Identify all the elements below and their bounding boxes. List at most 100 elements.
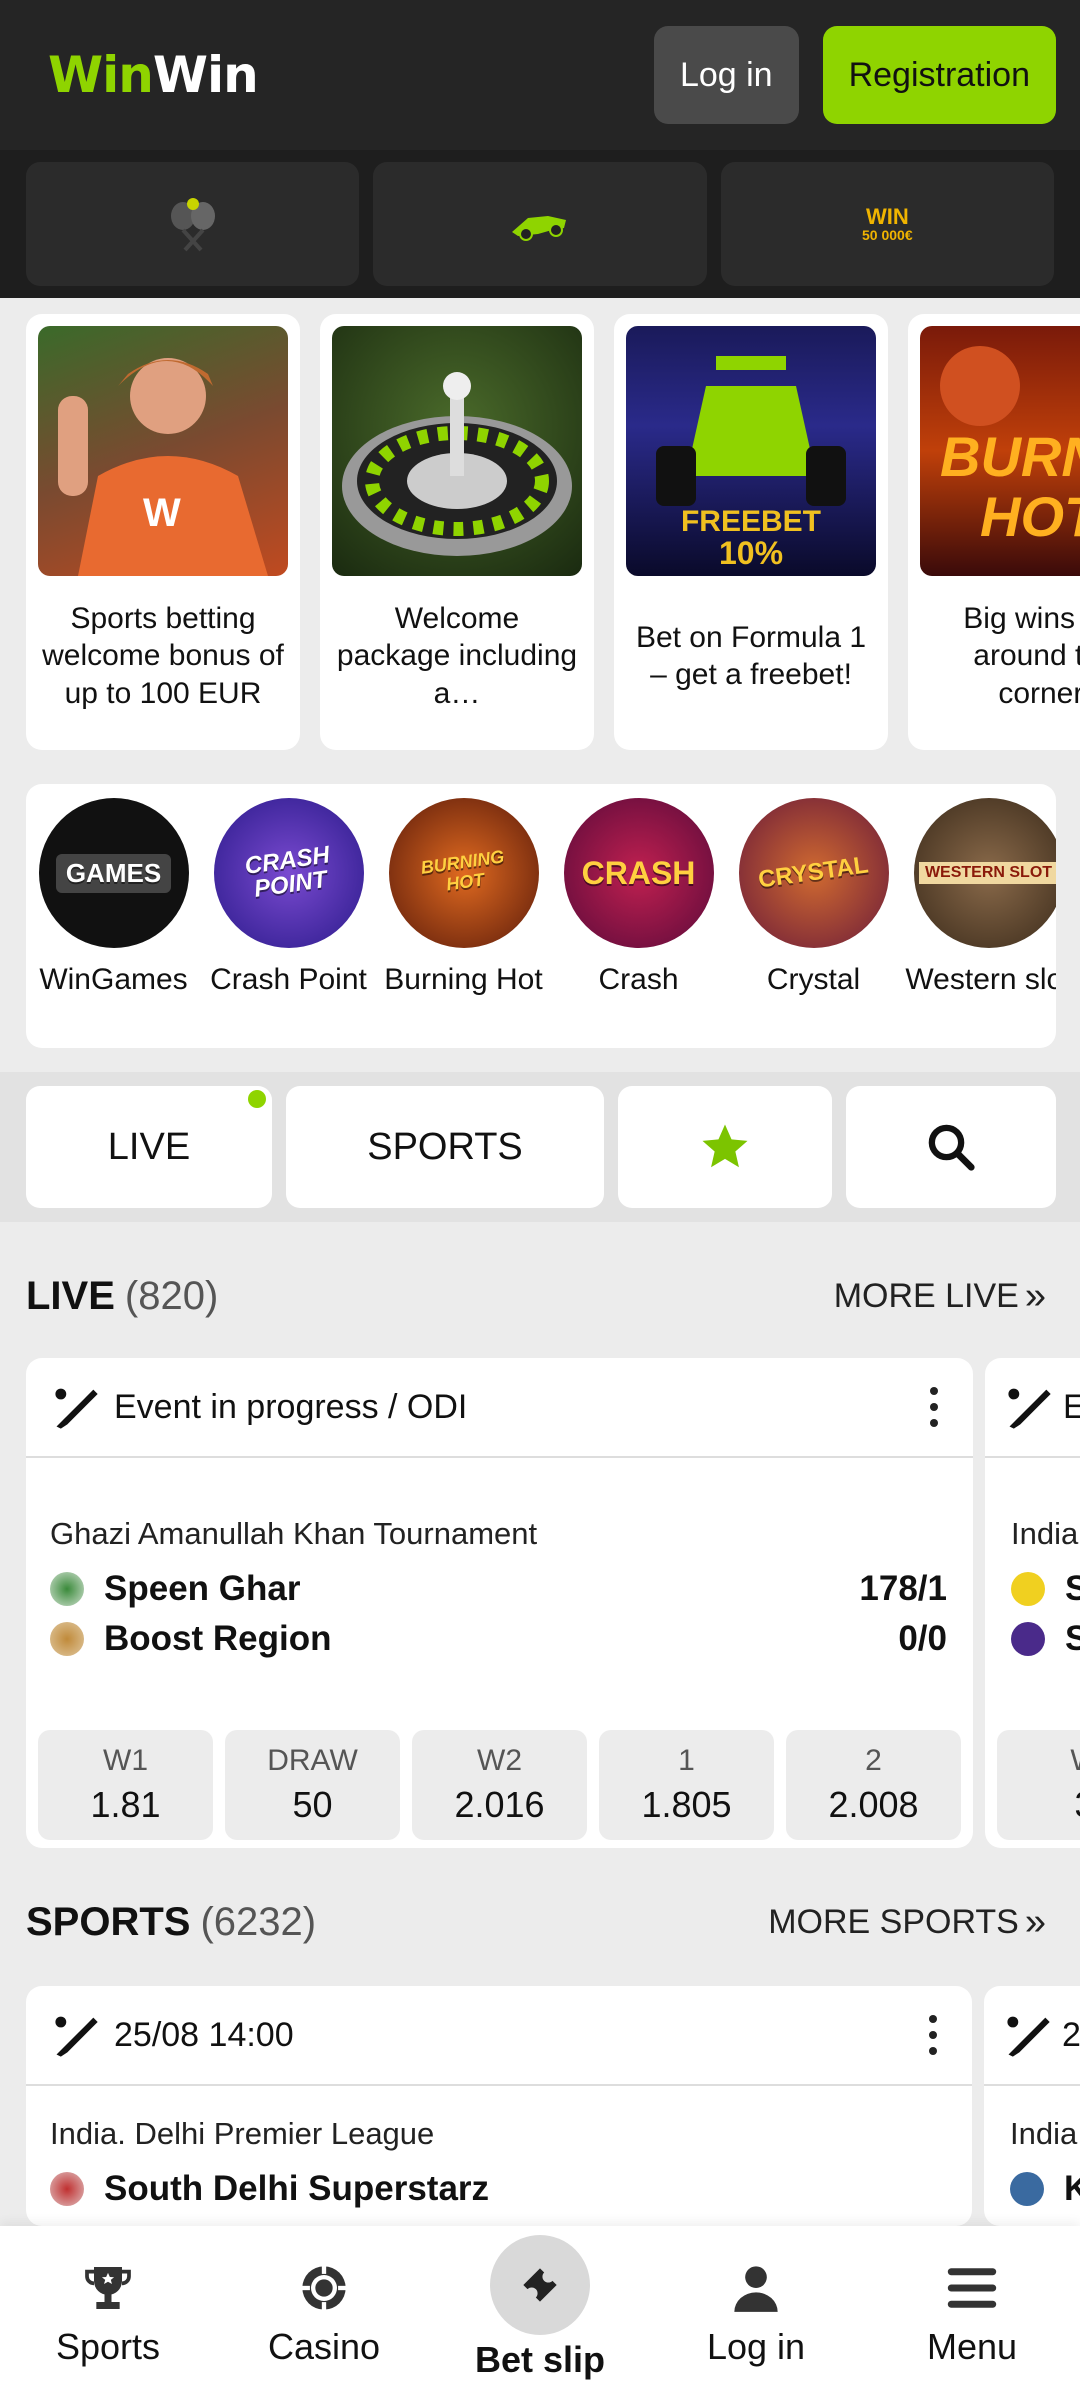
tab-live-label: LIVE	[107, 1125, 191, 1168]
game-crystal[interactable]: CRYSTAL Crystal	[726, 798, 901, 1048]
banner-card-formula1[interactable]: FREEBET 10% Bet on Formula 1 – get a fre…	[614, 314, 888, 750]
freebet-percent-text: 10%	[719, 535, 783, 571]
sports-event-card-next[interactable]: 2 India K	[984, 1986, 1080, 2226]
live-section-header: LIVE (820) MORE LIVE»	[26, 1266, 1046, 1326]
game-label: Burning Hot	[384, 963, 543, 996]
game-label: WinGames	[39, 963, 188, 996]
logo-part1: Win	[48, 46, 154, 104]
live-events-row[interactable]: Event in progress / ODI Ghazi Amanullah …	[26, 1358, 1080, 1848]
odd-button-2[interactable]: 2 2.008	[786, 1730, 961, 1840]
trophy-icon	[85, 2267, 131, 2309]
promo-tile-tennis[interactable]	[26, 162, 360, 286]
league-name: India	[1011, 1516, 1079, 1551]
crash-icon: CRASH	[563, 798, 714, 948]
nav-sports[interactable]: Sports	[0, 2226, 216, 2400]
odd-button[interactable]: W3	[997, 1730, 1080, 1840]
game-crash[interactable]: CRASH Crash	[551, 798, 726, 1048]
team-row: K	[1010, 2164, 1080, 2214]
game-label: Crash	[598, 963, 679, 996]
winwin-logo[interactable]: WinWin	[48, 46, 654, 104]
banner-text: Welcome package including a…	[336, 601, 578, 710]
nav-bet-slip[interactable]: Bet slip	[432, 2226, 648, 2400]
sports-event-card[interactable]: 25/08 14:00 India. Delhi Premier League …	[26, 1986, 972, 2226]
team-name: Boost Region	[104, 1619, 332, 1658]
registration-button[interactable]: Registration	[822, 26, 1056, 124]
game-crash-point[interactable]: CRASH POINT Crash Point	[201, 798, 376, 1048]
team-logo	[1011, 1572, 1045, 1606]
search-icon	[928, 1124, 975, 1171]
tab-favorites[interactable]	[618, 1086, 832, 1208]
burning-hot-image: BURNIN HOT	[920, 326, 1080, 576]
team-row: Speen Ghar 178/1	[50, 1564, 947, 1614]
game-label: Crash Point	[210, 963, 367, 996]
double-chevron-right-icon: »	[1024, 1900, 1046, 1943]
team-score: 0/0	[898, 1619, 947, 1658]
sports-events-row[interactable]: 25/08 14:00 India. Delhi Premier League …	[26, 1986, 1080, 2226]
tab-sports[interactable]: SPORTS	[286, 1086, 604, 1208]
team-name: South Delhi Superstarz	[104, 2169, 490, 2208]
team-name: S	[1065, 1619, 1080, 1658]
more-sports-link[interactable]: MORE SPORTS»	[768, 1901, 1046, 1944]
tab-search[interactable]	[846, 1086, 1056, 1208]
banner-card-welcome-package[interactable]: Welcome package including a…	[320, 314, 594, 750]
more-options-icon[interactable]	[919, 1387, 949, 1427]
game-label: Crystal	[766, 963, 861, 996]
team-logo	[50, 1572, 84, 1606]
more-live-link[interactable]: MORE LIVE»	[834, 1275, 1046, 1318]
bottom-navigation: Sports Casino Bet slip Log in Menu	[0, 2226, 1080, 2400]
promo-tile-win[interactable]: WIN 50 000€	[720, 162, 1054, 286]
nav-bet-slip-label: Bet slip	[474, 2339, 606, 2380]
game-wingames[interactable]: GAMES WinGames	[26, 798, 201, 1048]
banner-card-burning-hot[interactable]: BURNIN HOT Big wins are around the corne…	[908, 314, 1080, 750]
top-header: WinWin Log in Registration	[0, 0, 1080, 150]
promo-tile-formula1[interactable]	[373, 162, 707, 286]
cricket-bat-icon	[55, 1388, 98, 1429]
odd-button-w1[interactable]: W1 1.81	[38, 1730, 213, 1840]
team-row: Boost Region 0/0	[50, 1614, 947, 1664]
hot-image-text: HOT	[980, 485, 1080, 548]
nav-menu-label: Menu	[926, 2326, 1018, 2367]
odd-button-draw[interactable]: DRAW 50	[225, 1730, 400, 1840]
nav-login[interactable]: Log in	[648, 2226, 864, 2400]
live-event-card[interactable]: Event in progress / ODI Ghazi Amanullah …	[26, 1358, 973, 1848]
event-header: 2	[984, 1986, 1080, 2086]
game-western-slot[interactable]: WESTERN SLOT Western slot	[901, 798, 1056, 1048]
banner-text: Big wins are around the corner!	[963, 601, 1080, 710]
banner-card-sports-bonus[interactable]: W Sports betting welcome bonus of up to …	[26, 314, 300, 750]
live-event-card-next[interactable]: E India S S W3	[985, 1358, 1080, 1848]
win-badge-line1: WIN	[865, 204, 909, 229]
games-row[interactable]: GAMES WinGames CRASH POINT Crash Point B…	[26, 784, 1056, 1048]
freebet-image-text: FREEBET	[681, 505, 821, 538]
odd-button-1[interactable]: 1 1.805	[599, 1730, 774, 1840]
odds-row: W1 1.81 DRAW 50 W2 2.016 1 1.805 2 2.008	[26, 1730, 973, 1840]
event-header-text: 2	[1062, 2015, 1080, 2054]
tab-sports-label: SPORTS	[367, 1125, 523, 1168]
sports-section-header: SPORTS (6232) MORE SPORTS»	[26, 1892, 1046, 1952]
event-header: E	[985, 1358, 1080, 1458]
cricket-bat-icon	[55, 2016, 98, 2057]
league-name: Ghazi Amanullah Khan Tournament	[50, 1516, 538, 1551]
team-score: 178/1	[859, 1569, 947, 1608]
team-logo	[50, 1622, 84, 1656]
nav-casino[interactable]: Casino	[216, 2226, 432, 2400]
team-logo	[50, 2172, 84, 2206]
event-header-text: E	[1063, 1387, 1080, 1426]
event-header: 25/08 14:00	[26, 1986, 972, 2086]
win-badge-line2: 50 000€	[862, 227, 913, 243]
more-options-icon[interactable]	[918, 2015, 948, 2055]
odd-button-w2[interactable]: W2 2.016	[412, 1730, 587, 1840]
game-burning-hot[interactable]: BURNING HOT Burning Hot	[376, 798, 551, 1048]
user-icon	[734, 2266, 778, 2312]
team-logo	[1011, 1622, 1045, 1656]
burning-image-text: BURNIN	[940, 425, 1080, 488]
tennis-rackets-icon	[170, 198, 215, 252]
cricket-bat-icon	[1007, 2016, 1050, 2057]
crystal-icon: CRYSTAL	[738, 798, 889, 948]
nav-sports-label: Sports	[55, 2326, 161, 2367]
win-badge: WIN 50 000€	[862, 204, 913, 243]
banner-carousel[interactable]: W Sports betting welcome bonus of up to …	[0, 298, 1080, 758]
login-button[interactable]: Log in	[653, 26, 799, 124]
nav-menu[interactable]: Menu	[864, 2226, 1080, 2400]
tab-live[interactable]: LIVE	[26, 1086, 272, 1208]
crash-point-icon: CRASH POINT	[213, 798, 364, 948]
